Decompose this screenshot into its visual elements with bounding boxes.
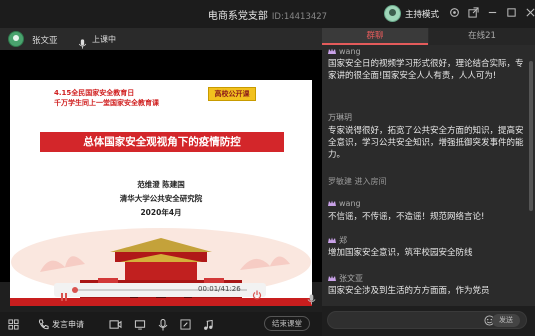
phone-icon: [38, 319, 49, 330]
slide-authors: 范维澄 陈建国: [137, 180, 185, 189]
power-icon[interactable]: [252, 285, 262, 300]
window-title-text: 电商系党支部: [207, 11, 268, 22]
room-id: ID:14413427: [271, 12, 328, 22]
member-badge-icon: [328, 48, 336, 54]
host-mode-label: 主持模式: [405, 9, 440, 20]
send-button[interactable]: 发送: [492, 314, 520, 327]
title-bar: 电商系党支部 ID:14413427 主持模式: [0, 0, 535, 28]
presenter-status: 上课中: [92, 35, 116, 44]
message-text: 专家说得很好，拓宽了公共安全方面的知识，提高安全意识，学习公共安全知识，增强抵御…: [328, 126, 524, 160]
presenter-name: 张文亚: [32, 36, 58, 46]
message-author: wang: [328, 199, 361, 208]
progress-knob[interactable]: [72, 287, 78, 293]
slide-title-banner: 总体国家安全观视角下的疫情防控: [40, 132, 284, 152]
speak-request-label: 发言申请: [52, 320, 84, 329]
video-area[interactable]: 4.15全民国家安全教育日 千万学生同上一堂国家安全教育课 高校公开课 总体国家…: [0, 50, 322, 306]
speak-request-button[interactable]: 发言申请: [38, 318, 84, 331]
tab-online[interactable]: 在线21: [429, 28, 535, 45]
slide-date: 2020年4月: [140, 208, 182, 217]
message-text: 增加国家安全意识，筑牢校园安全防线: [328, 248, 473, 258]
edit-icon[interactable]: [180, 318, 191, 331]
message-author: wang: [328, 47, 361, 56]
chat-tabs: 群聊 在线21: [322, 28, 535, 45]
end-class-button[interactable]: 结束课堂: [264, 316, 310, 331]
message-author: 张文亚: [328, 273, 363, 284]
system-message: 罗敏建 进入房间: [328, 177, 387, 186]
host-avatar: [384, 5, 401, 22]
shared-slide: 4.15全民国家安全教育日 千万学生同上一堂国家安全教育课 高校公开课 总体国家…: [10, 80, 312, 306]
message-author-name: wang: [339, 47, 361, 56]
popout-icon[interactable]: [467, 6, 480, 19]
message-author-name: 万琳玥: [328, 113, 352, 122]
slide-subtitle-2: 千万学生同上一堂国家安全教育课: [54, 99, 159, 107]
settings-gear-icon[interactable]: [448, 6, 461, 19]
presenter-avatar: [8, 31, 24, 47]
close-icon[interactable]: [524, 6, 535, 19]
chat-input-field[interactable]: 发送: [327, 311, 527, 329]
host-mode-toggle[interactable]: 主持模式: [384, 5, 439, 22]
mic-toggle-icon[interactable]: [158, 318, 168, 331]
chat-scrollbar[interactable]: [529, 61, 533, 211]
message-text: 不信谣，不传谣，不造谣！规范网络言论!: [328, 212, 485, 222]
chat-input-bar: 发送: [322, 306, 535, 336]
chat-panel: 群聊 在线21 wang 国家安全日的视频学习形式很好，理论结合实际，专家讲的很…: [322, 28, 535, 336]
message-text: 国家安全日的视频学习形式很好，理论结合实际，专家讲的很全面!国家安全人人有责，人…: [328, 59, 524, 81]
maximize-icon[interactable]: [505, 6, 518, 19]
message-author-name: wang: [339, 199, 361, 208]
message-text: 国家安全涉及到生活的方方面面，作为党员: [328, 286, 490, 296]
slide-subtitle-1: 4.15全民国家安全教育日: [54, 89, 135, 97]
screen-share-icon[interactable]: [134, 318, 146, 331]
camera-icon[interactable]: [109, 318, 122, 331]
message-author: 万琳玥: [328, 112, 352, 123]
tab-group-chat[interactable]: 群聊: [322, 28, 428, 45]
chat-messages[interactable]: wang 国家安全日的视频学习形式很好，理论结合实际，专家讲的很全面!国家安全人…: [322, 45, 535, 307]
slide-badge: 高校公开课: [208, 87, 256, 101]
member-badge-icon: [328, 237, 336, 243]
player-controls: 00:01/41:26: [54, 283, 266, 301]
grid-icon[interactable]: [8, 318, 19, 331]
message-author-name: 张文亚: [339, 274, 363, 283]
minimize-icon[interactable]: [486, 6, 499, 19]
message-author: 郑: [328, 235, 347, 246]
bottom-toolbar: 发言申请 结束课堂: [0, 312, 322, 336]
slide-institution: 清华大学公共安全研究院: [119, 194, 203, 203]
video-microphone-icon[interactable]: [307, 290, 316, 309]
message-author-name: 郑: [339, 236, 347, 245]
music-icon[interactable]: [203, 318, 214, 331]
presenter-bar: 张文亚 上课中: [0, 28, 322, 50]
member-badge-icon: [328, 275, 336, 281]
member-badge-icon: [328, 200, 336, 206]
pause-icon[interactable]: [60, 286, 68, 301]
playback-time: 00:01/41:26: [198, 285, 241, 293]
window-controls: [448, 6, 535, 19]
